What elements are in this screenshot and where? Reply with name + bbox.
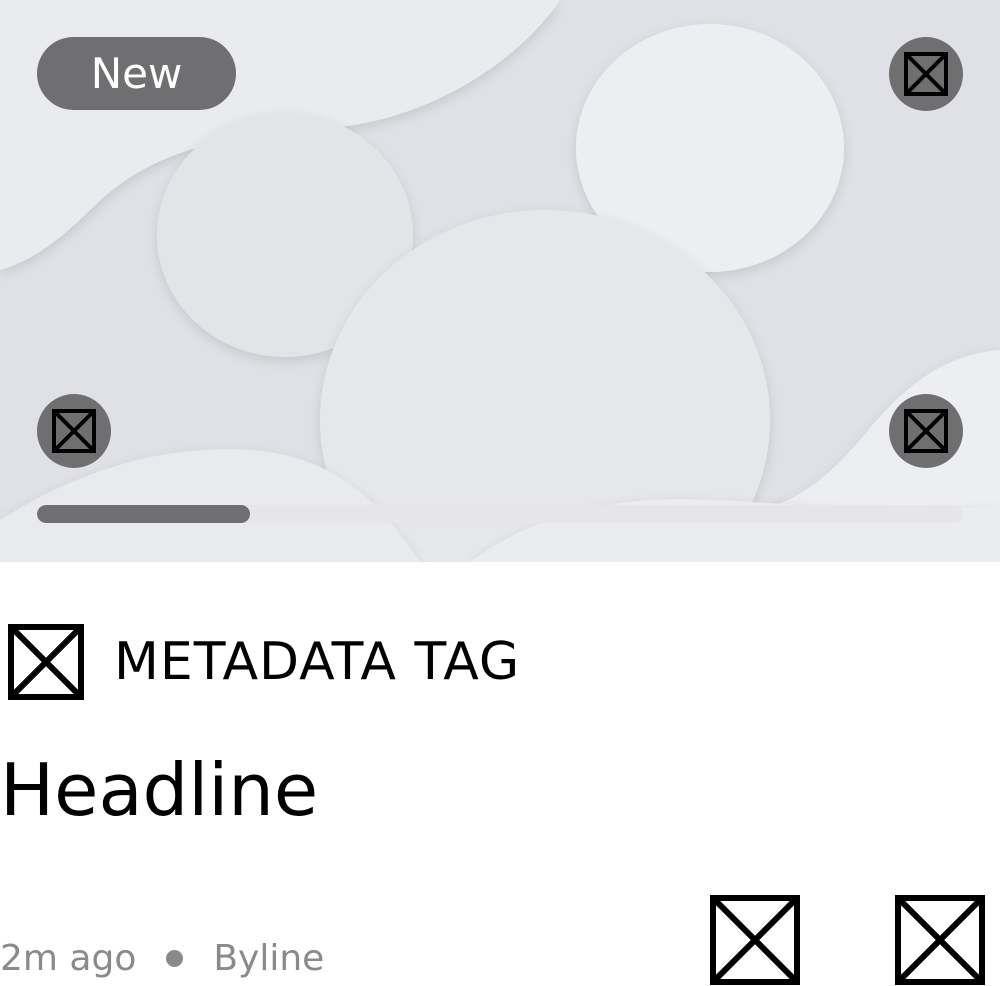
placeholder-icon [904, 52, 948, 96]
content-card[interactable]: New METADATA TAG Headline 2m ago Byline [0, 0, 1000, 986]
metadata-tag: METADATA TAG [114, 632, 521, 692]
progress-bar[interactable] [37, 505, 963, 523]
second-footer-action-icon[interactable] [895, 895, 985, 985]
placeholder-icon [904, 409, 948, 453]
progress-fill [37, 505, 250, 523]
first-footer-action-icon[interactable] [710, 895, 800, 985]
separator-dot [166, 949, 184, 967]
timestamp: 2m ago [0, 937, 137, 979]
media-thumbnail[interactable]: New [0, 0, 1000, 562]
metadata-row: METADATA TAG [8, 624, 520, 700]
byline: Byline [213, 937, 325, 979]
bottom-right-action-button[interactable] [889, 394, 963, 468]
placeholder-icon [8, 624, 84, 700]
top-right-action-button[interactable] [889, 37, 963, 111]
headline[interactable]: Headline [0, 745, 318, 835]
placeholder-icon [52, 409, 96, 453]
byline-row: 2m ago Byline [0, 930, 324, 986]
new-badge: New [37, 37, 236, 110]
bottom-left-action-button[interactable] [37, 394, 111, 468]
